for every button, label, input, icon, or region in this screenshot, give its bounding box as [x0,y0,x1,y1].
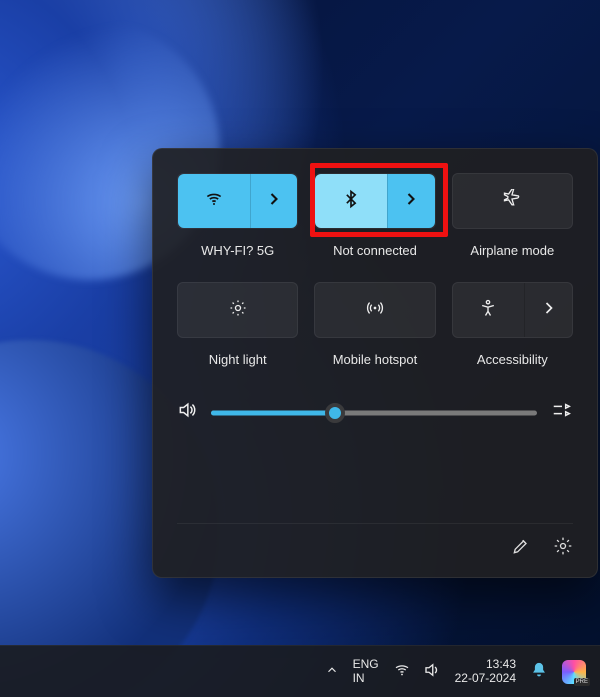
slider-thumb[interactable] [325,403,345,423]
quick-settings-tiles: WHY-FI? 5G Not connected Airplane mode Nig… [177,173,573,385]
bluetooth-icon [341,189,361,214]
wifi-tile[interactable] [177,173,298,229]
airplane-tile[interactable] [452,173,573,229]
speaker-icon[interactable] [177,400,197,425]
quick-settings-footer [177,523,573,561]
notifications-button[interactable] [530,661,548,682]
wifi-icon [204,189,224,214]
chevron-right-icon [401,189,421,214]
volume-tray-icon[interactable] [423,661,441,682]
chevron-right-icon [264,189,284,214]
accessibility-icon [478,298,498,323]
wifi-label: WHY-FI? 5G [177,235,298,276]
language-indicator[interactable]: ENG IN [353,658,379,686]
bluetooth-label: Not connected [314,235,435,276]
sound-output-button[interactable] [551,399,573,426]
settings-button[interactable] [553,536,573,561]
chevron-right-icon [539,298,559,323]
hotspot-icon [365,298,385,323]
system-tray[interactable] [393,661,441,682]
brightness-icon [228,298,248,323]
airplane-icon [502,189,522,214]
clock[interactable]: 13:43 22-07-2024 [455,658,516,686]
clock-time: 13:43 [455,658,516,672]
quick-settings-panel: WHY-FI? 5G Not connected Airplane mode Nig… [152,148,598,578]
taskbar: ENG IN 13:43 22-07-2024 [0,645,600,697]
slider-fill [211,410,335,415]
bluetooth-expand[interactable] [387,174,435,228]
nightlight-label: Night light [177,344,298,385]
accessibility-label: Accessibility [452,344,573,385]
copilot-icon[interactable] [562,660,586,684]
wifi-expand[interactable] [250,174,298,228]
airplane-label: Airplane mode [452,235,573,276]
hotspot-tile[interactable] [314,282,435,338]
language-primary: ENG [353,658,379,672]
wifi-toggle[interactable] [178,174,250,228]
edit-button[interactable] [511,536,531,561]
tray-overflow-button[interactable] [325,663,339,680]
volume-row [177,399,573,426]
hotspot-label: Mobile hotspot [314,344,435,385]
bluetooth-tile[interactable] [314,173,435,229]
clock-date: 22-07-2024 [455,672,516,686]
accessibility-tile[interactable] [452,282,573,338]
volume-slider[interactable] [211,403,537,423]
wifi-tray-icon[interactable] [393,661,411,682]
nightlight-tile[interactable] [177,282,298,338]
language-secondary: IN [353,672,379,686]
accessibility-expand[interactable] [524,283,572,337]
bluetooth-toggle[interactable] [315,174,387,228]
accessibility-toggle[interactable] [453,283,525,337]
